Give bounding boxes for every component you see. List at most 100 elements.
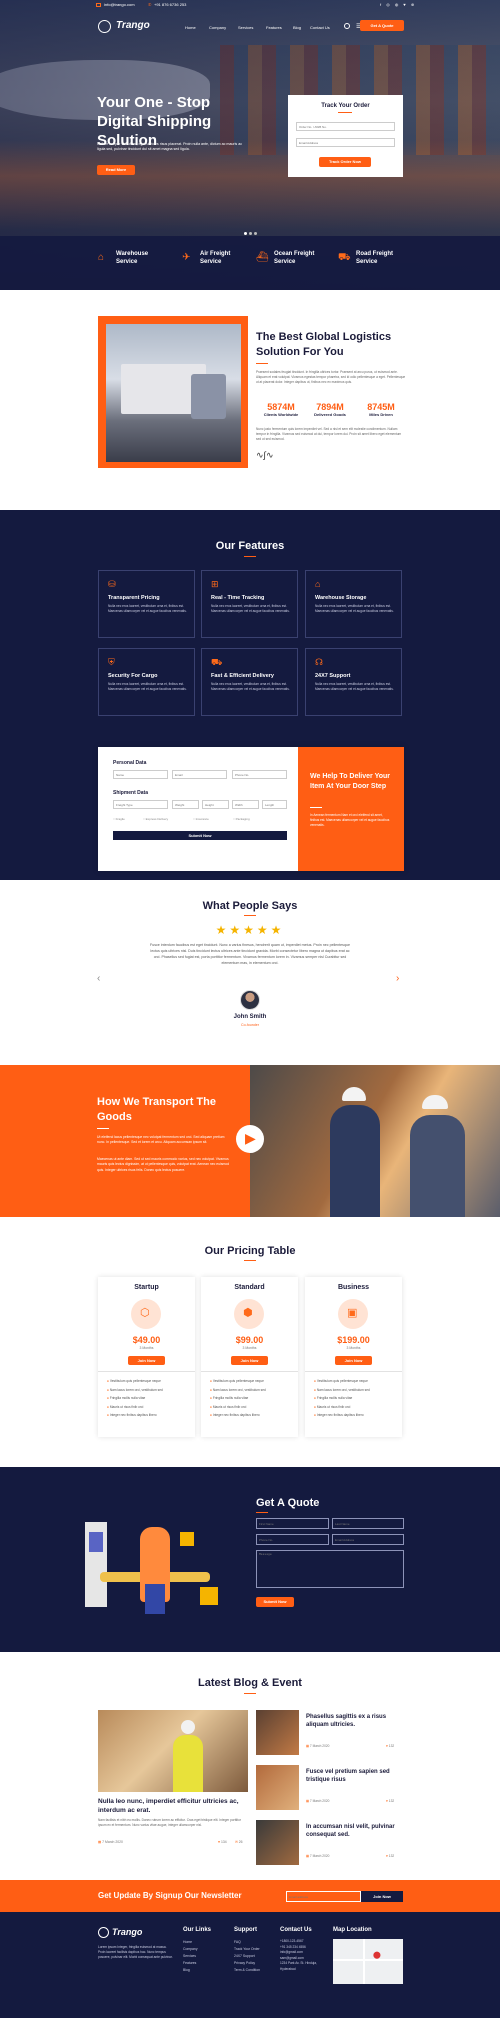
track-order-button[interactable]: Track Order Now: [319, 157, 371, 167]
blog-side-title: Phasellus sagittis ex a risus aliquam ul…: [306, 1714, 387, 1728]
blog-side-item[interactable]: In accumsan nisl velit, pulvinar consequ…: [256, 1820, 406, 1875]
track-email-input[interactable]: [296, 138, 395, 147]
order-number-input[interactable]: [296, 122, 395, 131]
service-label: Warehouse Service: [116, 251, 149, 265]
join-now-button[interactable]: Join Now: [335, 1356, 372, 1365]
footer-link[interactable]: Company: [183, 1946, 198, 1953]
freight-type-select[interactable]: [113, 800, 168, 809]
plan-icon-circle: ▣: [338, 1299, 368, 1329]
feature-card[interactable]: ⊞ Real - Time Tracking Nulla nec eros la…: [201, 570, 298, 638]
nav-home[interactable]: Home: [185, 25, 196, 30]
join-now-button[interactable]: Join Now: [128, 1356, 165, 1365]
join-now-button[interactable]: Join Now: [231, 1356, 268, 1365]
height-input[interactable]: [202, 800, 229, 809]
email-input[interactable]: [332, 1534, 404, 1545]
feature-text: Nulla nec eros laoreet, vestibulum urna …: [108, 682, 187, 691]
footer-link[interactable]: Services: [183, 1953, 198, 1960]
warehouse-icon: ⌂: [315, 579, 321, 589]
width-input[interactable]: [232, 800, 259, 809]
footer-link[interactable]: Privacy Policy: [234, 1960, 260, 1967]
social-icons[interactable]: f ◎ ◍ ♥ ⊕: [380, 2, 416, 7]
nav-blog[interactable]: Blog: [293, 25, 301, 30]
blog-thumb: [256, 1765, 299, 1810]
side-text: In Aenean fermentum Nam et orci eleifend…: [310, 813, 390, 827]
logo-icon: [98, 20, 111, 33]
length-input[interactable]: [262, 800, 287, 809]
plan-feature: ● Integer nec finibus dapibus libero: [314, 1413, 364, 1417]
weight-input[interactable]: [172, 800, 199, 809]
plan-card-standard: Standard ⬢ $99.00 3 Months Join Now ● Ve…: [201, 1277, 298, 1437]
blog-main-image[interactable]: [98, 1710, 248, 1792]
prev-arrow-icon[interactable]: ‹: [97, 973, 100, 984]
message-textarea[interactable]: [256, 1550, 404, 1588]
email-input[interactable]: [172, 770, 227, 779]
hero-section: info@trango.com ✆ +91 876 6736 253 f ◎ ◍…: [0, 0, 500, 290]
footer-link[interactable]: Home: [183, 1939, 198, 1946]
footer: Trango Lorem ipsum Integer, fringilla eu…: [0, 1912, 500, 2018]
plan-price: $49.00: [132, 1335, 161, 1345]
feature-card[interactable]: ☊ 24X7 Support Nulla nec eros laoreet, v…: [305, 648, 402, 716]
search-icon[interactable]: [344, 23, 350, 29]
plan-icon-circle: ⬡: [131, 1299, 161, 1329]
plan-name: Business: [337, 1284, 370, 1291]
top-bar: info@trango.com ✆ +91 876 6736 253 f ◎ ◍…: [0, 0, 500, 12]
quote-illustration: [80, 1512, 230, 1622]
plan-feature: ● Nam lacus lorem orci, vestibulum sed: [314, 1387, 370, 1392]
footer-contact-title: Contact Us: [280, 1927, 312, 1933]
read-more-button[interactable]: Read More: [97, 165, 135, 175]
feature-card[interactable]: ⛨ Security For Cargo Nulla nec eros laor…: [98, 648, 195, 716]
footer-link[interactable]: 24X7 Support: [234, 1953, 260, 1960]
worker-1-helmet: [342, 1087, 366, 1101]
blog-comments: 26: [238, 1840, 243, 1844]
join-now-button[interactable]: Join Now: [361, 1891, 403, 1902]
avatar: [240, 990, 260, 1010]
topbar-phone[interactable]: +91 876 6736 253: [154, 2, 186, 7]
phone-input[interactable]: [232, 770, 287, 779]
plan-period: 3 Months: [346, 1346, 361, 1350]
blog-side-item[interactable]: Fusce vel pretium sapien sed tristique r…: [256, 1765, 406, 1820]
last-name-input[interactable]: [332, 1518, 404, 1529]
nav-features[interactable]: Features: [266, 25, 282, 30]
option-packaging[interactable]: ○ Packaging: [233, 817, 250, 821]
feature-text: Nulla nec eros laoreet, vestibulum urna …: [315, 682, 394, 691]
name-input[interactable]: [113, 770, 168, 779]
footer-link[interactable]: Term & Condition: [234, 1967, 260, 1974]
option-insurance[interactable]: ○ Insurance: [193, 817, 209, 821]
personal-title: Personal Data: [113, 760, 147, 766]
footer-brand[interactable]: Trango: [112, 1927, 142, 1937]
option-fragile[interactable]: ○ Fragile: [113, 817, 125, 821]
feature-text: Nulla nec eros laoreet, vestibulum urna …: [108, 604, 187, 613]
box-shape: [180, 1532, 194, 1546]
newsletter-section: Get Update By Signup Our Newsletter Join…: [0, 1880, 500, 1912]
blog-side-item[interactable]: Phasellus sagittis ex a risus aliquam ul…: [256, 1710, 406, 1765]
nav-contact[interactable]: Contact Us: [310, 25, 330, 30]
feature-card[interactable]: ⌂ Warehouse Storage Nulla nec eros laore…: [305, 570, 402, 638]
phone-input[interactable]: [256, 1534, 329, 1545]
feature-card[interactable]: ⛟ Fast & Efficient Delivery Nulla nec er…: [201, 648, 298, 716]
option-express[interactable]: ○ Express Delivery: [143, 817, 168, 821]
blog-date: 7 March 2020: [309, 1799, 330, 1803]
nav-company[interactable]: Company: [209, 25, 226, 30]
map-image[interactable]: ⬤: [333, 1939, 403, 1984]
footer-link[interactable]: FAQ: [234, 1939, 260, 1946]
blog-main-title[interactable]: Nulla leo nunc, imperdiet efficitur ultr…: [98, 1797, 248, 1815]
about-underline: [256, 363, 268, 364]
brand-name[interactable]: Trango: [116, 20, 150, 31]
footer-link[interactable]: Track Your Order: [234, 1946, 260, 1953]
heart-icon: ♥: [218, 1840, 221, 1844]
newsletter-email-input[interactable]: [286, 1891, 361, 1902]
stat-value: 7894M: [316, 402, 344, 412]
nav-services[interactable]: Services: [238, 25, 253, 30]
feature-card[interactable]: ⛁ Transparent Pricing Nulla nec eros lao…: [98, 570, 195, 638]
footer-link[interactable]: Blog: [183, 1967, 198, 1974]
submit-now-button[interactable]: Submit Now: [113, 831, 287, 840]
play-icon: ▶: [245, 1130, 256, 1146]
next-arrow-icon[interactable]: ›: [396, 973, 399, 984]
get-quote-button[interactable]: Get A Quote: [360, 20, 404, 31]
play-video-button[interactable]: ▶: [236, 1125, 264, 1153]
first-name-input[interactable]: [256, 1518, 329, 1529]
quote-submit-button[interactable]: Submit Now: [256, 1597, 294, 1607]
track-order-card: Track Your Order Track Order Now: [288, 95, 403, 177]
footer-link[interactable]: Features: [183, 1960, 198, 1967]
topbar-email[interactable]: info@trango.com: [104, 2, 135, 7]
